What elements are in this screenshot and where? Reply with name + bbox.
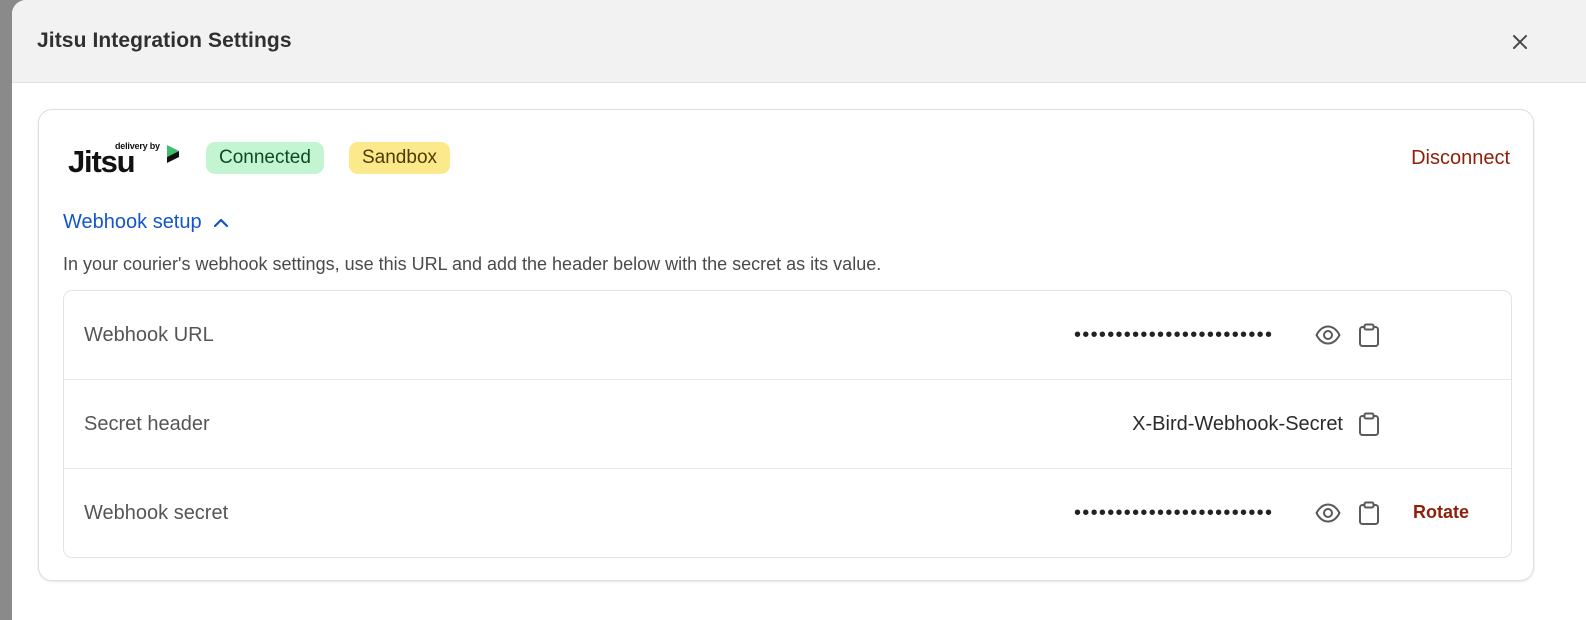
environment-badge-sandbox: Sandbox: [349, 142, 451, 174]
webhook-setup-label: Webhook setup: [63, 211, 202, 233]
close-button[interactable]: [1506, 28, 1534, 56]
chevron-up-icon: [213, 217, 229, 229]
status-badge-connected: Connected: [206, 142, 324, 174]
webhook-url-masked-value: ••••••••••••••••••••••••: [1074, 324, 1274, 346]
webhook-secret-label: Webhook secret: [84, 502, 229, 524]
webhook-secret-row: Webhook secret •••••••••••••••••••••••• …: [64, 469, 1511, 557]
show-webhook-url-button[interactable]: [1315, 324, 1341, 351]
rotate-secret-button[interactable]: Rotate: [1413, 502, 1469, 523]
integration-card: delivery by Jitsu Connected Sandbox Disc…: [38, 109, 1534, 581]
webhook-url-row: Webhook URL ••••••••••••••••••••••••: [64, 291, 1511, 380]
copy-webhook-secret-button[interactable]: [1358, 501, 1380, 531]
close-icon: [1513, 35, 1527, 49]
integration-settings-dialog: Jitsu Integration Settings delivery by J…: [12, 0, 1586, 620]
disconnect-button[interactable]: Disconnect: [1411, 147, 1510, 170]
dialog-header: Jitsu Integration Settings: [12, 0, 1586, 83]
logo-arrow-icon: [167, 145, 179, 163]
secret-header-row: Secret header X-Bird-Webhook-Secret: [64, 380, 1511, 469]
secret-header-value: X-Bird-Webhook-Secret: [1132, 413, 1343, 435]
webhook-url-label: Webhook URL: [84, 324, 214, 346]
clipboard-icon: [1359, 501, 1379, 525]
logo-wordmark: Jitsu: [68, 144, 136, 179]
clipboard-icon: [1359, 323, 1379, 347]
jitsu-logo: delivery by Jitsu: [68, 140, 184, 179]
webhook-secret-masked-value: ••••••••••••••••••••••••: [1074, 502, 1274, 524]
webhook-setup-toggle[interactable]: Webhook setup: [63, 211, 229, 234]
dialog-title: Jitsu Integration Settings: [37, 29, 292, 52]
eye-icon: [1315, 503, 1341, 523]
copy-webhook-url-button[interactable]: [1358, 323, 1380, 353]
secret-header-label: Secret header: [84, 413, 210, 435]
eye-icon: [1315, 325, 1341, 345]
webhook-description: In your courier's webhook settings, use …: [63, 254, 882, 274]
clipboard-icon: [1359, 412, 1379, 436]
show-webhook-secret-button[interactable]: [1315, 502, 1341, 529]
copy-secret-header-button[interactable]: [1358, 412, 1380, 442]
webhook-details-table: Webhook URL •••••••••••••••••••••••• Sec…: [63, 290, 1512, 558]
